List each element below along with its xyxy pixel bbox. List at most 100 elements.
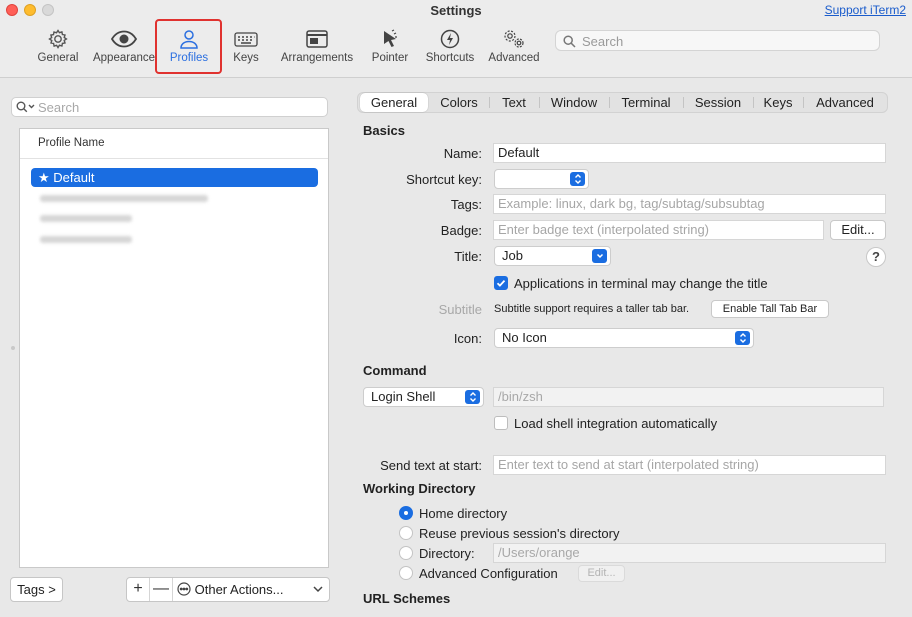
- title-popup[interactable]: Job: [494, 246, 611, 266]
- profile-actions-bar: + — Other Actions...: [126, 577, 330, 602]
- redacted-profile-row[interactable]: [40, 215, 132, 222]
- directory-path-field[interactable]: /Users/orange: [493, 543, 886, 563]
- tab-colors[interactable]: Colors: [430, 93, 488, 112]
- tab-text[interactable]: Text: [490, 93, 538, 112]
- ellipsis-circle-icon: [177, 582, 191, 596]
- tab-advanced[interactable]: Advanced: [804, 93, 886, 112]
- advanced-configuration-radio[interactable]: [399, 566, 413, 580]
- tags-field[interactable]: Example: linux, dark bg, tag/subtag/subs…: [493, 194, 886, 214]
- redacted-profile-row[interactable]: [40, 236, 132, 243]
- stepper-icon: [735, 331, 750, 345]
- reuse-directory-label: Reuse previous session's directory: [419, 526, 620, 541]
- custom-directory-label: Directory:: [419, 546, 475, 561]
- icon-value: No Icon: [502, 330, 547, 345]
- badge-label: Badge:: [440, 223, 482, 238]
- working-directory-section-title: Working Directory: [363, 481, 476, 496]
- title-bar: Settings Support iTerm2 General Appearan…: [0, 0, 912, 78]
- profiles-highlight-box: [155, 19, 222, 74]
- add-profile-button[interactable]: +: [127, 578, 150, 601]
- toolbar-pointer-label: Pointer: [371, 52, 409, 64]
- toolbar-advanced-label: Advanced: [488, 52, 540, 64]
- send-text-label: Send text at start:: [380, 458, 482, 473]
- badge-field[interactable]: Enter badge text (interpolated string): [493, 220, 824, 240]
- home-directory-label: Home directory: [419, 506, 508, 521]
- list-header-divider: [20, 158, 328, 159]
- gears-icon: [504, 30, 524, 48]
- pointer-icon: [384, 29, 397, 47]
- search-icon: [563, 35, 576, 48]
- window-title: Settings: [430, 3, 482, 18]
- reuse-directory-radio[interactable]: [399, 526, 413, 540]
- window-icon: [306, 30, 328, 48]
- basics-section-title: Basics: [363, 123, 405, 138]
- custom-directory-radio[interactable]: [399, 546, 413, 560]
- checkmark-icon: [496, 279, 506, 287]
- icon-label: Icon:: [453, 331, 482, 346]
- toolbar-arrangements[interactable]: Arrangements: [278, 24, 356, 70]
- stepper-icon: [465, 390, 480, 404]
- title-label: Title:: [454, 249, 482, 264]
- badge-edit-button[interactable]: Edit...: [830, 220, 886, 240]
- tags-button[interactable]: Tags >: [10, 577, 63, 602]
- tab-window[interactable]: Window: [540, 93, 608, 112]
- remove-profile-button[interactable]: —: [150, 578, 173, 601]
- help-button[interactable]: ?: [866, 247, 886, 267]
- enable-tall-tab-bar-button[interactable]: Enable Tall Tab Bar: [711, 300, 829, 318]
- other-actions-menu[interactable]: Other Actions...: [177, 578, 284, 601]
- command-section-title: Command: [363, 363, 427, 378]
- tab-terminal[interactable]: Terminal: [610, 93, 682, 112]
- star-icon: ★: [38, 170, 50, 185]
- profile-row-default[interactable]: ★ Default: [31, 168, 318, 187]
- tab-general[interactable]: General: [360, 93, 428, 112]
- command-path-field[interactable]: /bin/zsh: [493, 387, 884, 407]
- toolbar-appearance[interactable]: Appearance: [90, 24, 158, 70]
- url-schemes-section-title: URL Schemes: [363, 591, 451, 606]
- tab-session[interactable]: Session: [684, 93, 752, 112]
- profile-search-placeholder: Search: [38, 100, 80, 115]
- settings-search-field[interactable]: Search: [555, 30, 880, 51]
- redacted-profile-row[interactable]: [40, 195, 208, 202]
- toolbar-pointer[interactable]: Pointer: [368, 24, 412, 70]
- tags-label: Tags:: [450, 197, 482, 212]
- apps-change-title-checkbox[interactable]: [494, 276, 508, 290]
- icon-popup[interactable]: No Icon: [494, 328, 754, 348]
- home-directory-radio[interactable]: [399, 506, 413, 520]
- shortcut-key-label: Shortcut key:: [406, 172, 482, 187]
- chevron-down-icon: [592, 249, 607, 263]
- advanced-configuration-label: Advanced Configuration: [419, 566, 558, 581]
- toolbar-shortcuts-label: Shortcuts: [425, 52, 475, 64]
- apps-change-title-label: Applications in terminal may change the …: [514, 276, 768, 291]
- general-tab-content: Basics Name: Default Shortcut key: Tags:…: [344, 115, 902, 617]
- load-shell-integration-checkbox[interactable]: [494, 416, 508, 430]
- load-shell-integration-label: Load shell integration automatically: [514, 416, 718, 431]
- other-actions-label: Other Actions...: [194, 582, 284, 597]
- profile-name-column-header[interactable]: Profile Name: [38, 137, 104, 149]
- name-label: Name:: [443, 146, 482, 161]
- toolbar-general-label: General: [37, 52, 79, 64]
- eye-icon: [110, 30, 138, 48]
- profile-tabs: General Colors Text Window Terminal Sess…: [357, 92, 888, 113]
- toolbar-shortcuts[interactable]: Shortcuts: [422, 24, 478, 70]
- support-link[interactable]: Support iTerm2: [825, 3, 906, 17]
- toolbar-advanced[interactable]: Advanced: [486, 24, 542, 70]
- toolbar-keys[interactable]: Keys: [226, 24, 266, 70]
- subtitle-note: Subtitle support requires a taller tab b…: [494, 303, 690, 315]
- command-mode-popup[interactable]: Login Shell: [363, 387, 484, 407]
- keyboard-icon: [234, 32, 258, 47]
- send-text-field[interactable]: Enter text to send at start (interpolate…: [493, 455, 886, 475]
- stepper-icon: [570, 172, 585, 186]
- profile-search-field[interactable]: Search: [11, 97, 328, 117]
- toolbar-appearance-label: Appearance: [92, 52, 156, 64]
- name-field[interactable]: Default: [493, 143, 886, 163]
- profile-name: Default: [53, 170, 95, 185]
- settings-search-placeholder: Search: [582, 34, 624, 49]
- advanced-configuration-edit-button[interactable]: Edit...: [578, 565, 625, 582]
- title-value: Job: [502, 248, 523, 263]
- shortcut-key-popup[interactable]: [494, 169, 589, 189]
- toolbar-arrangements-label: Arrangements: [280, 52, 354, 64]
- toolbar-general[interactable]: General: [36, 24, 80, 70]
- tab-keys[interactable]: Keys: [754, 93, 802, 112]
- chevron-down-icon: [313, 586, 323, 593]
- split-divider-handle[interactable]: [11, 346, 15, 350]
- bolt-icon: [440, 29, 460, 49]
